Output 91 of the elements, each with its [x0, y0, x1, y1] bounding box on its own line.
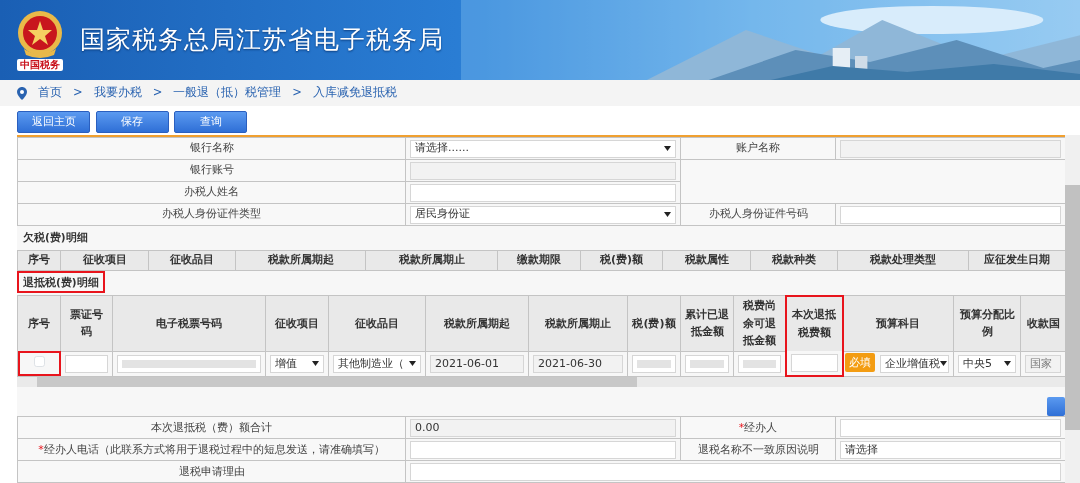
emblem-icon [16, 9, 64, 59]
column-header: 本次退抵税费额 [785, 295, 843, 352]
scrollbar-thumb[interactable] [1065, 185, 1080, 430]
column-header: 序号 [17, 295, 61, 352]
column-header: 预算分配比例 [953, 295, 1021, 352]
column-header: 税费尚余可退抵金额 [733, 295, 786, 352]
form-label: 办税人身份证件类型 [17, 203, 406, 226]
input-field[interactable]: 0.00 [410, 418, 676, 437]
input-field[interactable]: 国家 [1025, 354, 1061, 373]
breadcrumb-link[interactable]: 首页 [38, 84, 62, 102]
site-title: 国家税务总局江苏省电子税务局 [80, 24, 444, 57]
section-title: 退抵税(费)明细 [17, 270, 105, 293]
select-field[interactable]: 增值 [270, 354, 324, 373]
form-label: 办税人身份证件号码 [680, 203, 836, 226]
column-header: 征收项目 [60, 250, 149, 270]
breadcrumb-link[interactable]: 一般退（抵）税管理 [173, 84, 282, 102]
input-field[interactable]: 2021-06-01 [430, 354, 524, 373]
masked-field[interactable] [632, 354, 676, 373]
column-header: 税(费)额 [627, 295, 681, 352]
column-header: 征收品目 [148, 250, 236, 270]
input-field[interactable] [840, 139, 1061, 158]
column-header: 票证号码 [60, 295, 113, 352]
breadcrumb-separator: > [292, 84, 302, 102]
input-field[interactable] [410, 183, 676, 202]
toolbar-button[interactable]: 保存 [95, 111, 169, 133]
input-field[interactable] [410, 462, 1061, 481]
form-label: 银行账号 [17, 159, 406, 182]
horizontal-scrollbar[interactable] [17, 377, 1065, 388]
form-label: 账户名称 [680, 137, 836, 160]
masked-field[interactable] [117, 354, 261, 373]
button[interactable] [1047, 397, 1065, 417]
form-label: 经办人 [744, 420, 778, 434]
input-field[interactable] [840, 418, 1061, 437]
breadcrumb-link[interactable]: 我要办税 [93, 84, 142, 102]
select-field[interactable]: 中央5 [958, 354, 1016, 373]
column-header: 序号 [17, 250, 61, 270]
column-header: 应征发生日期 [968, 250, 1066, 270]
input-field[interactable] [410, 440, 676, 459]
select-field[interactable]: 请选择...... [410, 139, 676, 158]
column-header: 征收项目 [265, 295, 329, 352]
caret-icon [664, 212, 671, 217]
select-field[interactable]: 居民身份证 [410, 205, 676, 224]
toolbar-button[interactable]: 查询 [174, 111, 247, 133]
input-field[interactable] [410, 161, 676, 180]
input-field[interactable] [840, 205, 1061, 224]
input-field[interactable]: 请选择 [840, 440, 1061, 459]
column-header: 税款处理类型 [837, 250, 969, 270]
toolbar-button[interactable]: 返回主页 [17, 111, 90, 133]
row-checkbox[interactable] [33, 355, 45, 367]
column-header: 税(费)额 [580, 250, 663, 270]
column-header: 税款种类 [750, 250, 838, 270]
form-label: 经办人电话（此联系方式将用于退税过程中的短息发送，请准确填写） [43, 442, 385, 456]
column-header: 税款所属期起 [425, 295, 529, 352]
column-header: 电子税票号码 [112, 295, 266, 352]
breadcrumb-separator: > [152, 84, 163, 102]
input-field[interactable]: 2021-06-30 [533, 354, 623, 373]
column-header: 税款所属期起 [235, 250, 366, 270]
column-header: 收款国 [1020, 295, 1066, 352]
location-pin-icon [17, 86, 27, 100]
form-label: 退税名称不一致原因说明 [680, 438, 836, 461]
vertical-scrollbar[interactable] [1065, 135, 1080, 483]
masked-field[interactable] [685, 354, 729, 373]
masked-field[interactable] [738, 354, 781, 373]
required-mark: * [738, 420, 745, 434]
section-title: 欠税(费)明细 [22, 230, 89, 245]
logo-caption: 中国税务 [17, 59, 63, 71]
required-mark: * [38, 442, 44, 456]
select-field[interactable]: 企业增值税 [879, 354, 949, 373]
breadcrumb-link[interactable]: 入库减免退抵税 [312, 84, 397, 102]
column-header: 税款属性 [662, 250, 751, 270]
caret-icon [1004, 361, 1011, 367]
column-header: 征收品目 [328, 295, 426, 352]
caret-icon [939, 361, 947, 367]
scrollbar-thumb[interactable] [37, 377, 637, 388]
caret-icon [312, 361, 319, 367]
caret-icon [409, 361, 416, 367]
form-label: 本次退抵税（费）额合计 [17, 416, 406, 439]
input-field[interactable] [65, 354, 108, 373]
form-label: 银行名称 [17, 137, 406, 160]
form-label: 办税人姓名 [17, 181, 406, 204]
breadcrumb-separator: > [73, 84, 83, 102]
column-header: 税款所属期止 [528, 295, 628, 352]
column-header: 累计已退抵金额 [680, 295, 734, 352]
column-header: 缴款期限 [497, 250, 581, 270]
tooltip: 必填 [844, 353, 875, 373]
column-header: 税款所属期止 [365, 250, 498, 270]
input-field[interactable] [790, 354, 838, 373]
caret-icon [664, 146, 671, 151]
select-field[interactable]: 其他制造业（ [333, 354, 421, 373]
form-label: 退税申请理由 [17, 460, 406, 483]
column-header: 预算科目 [842, 295, 954, 352]
